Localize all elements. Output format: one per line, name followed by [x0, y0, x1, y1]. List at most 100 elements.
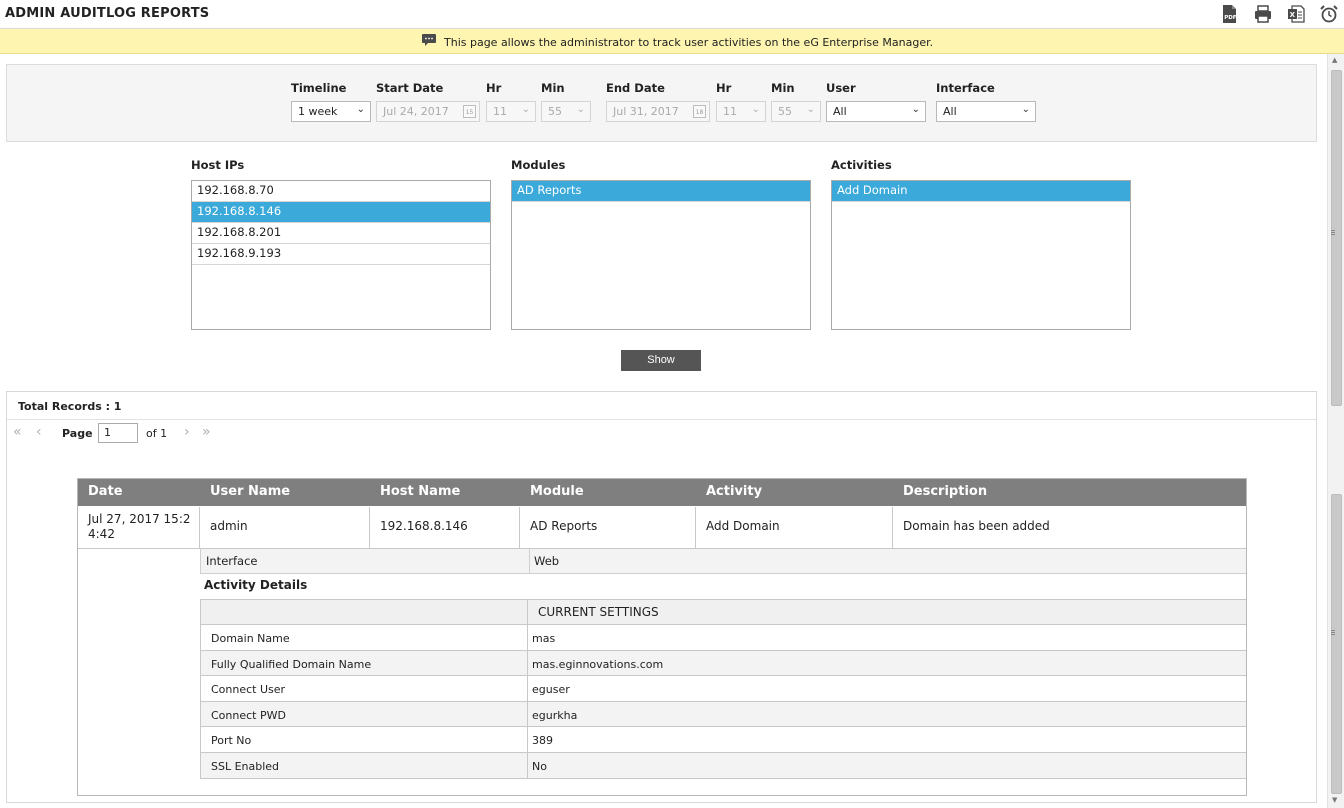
timeline-label: Timeline: [291, 81, 347, 95]
page-input[interactable]: 1: [98, 423, 138, 443]
column-header-user-name[interactable]: User Name: [210, 484, 290, 499]
divider: [7, 419, 1316, 420]
title-bar: ADMIN AUDITLOG REPORTS PDF X: [0, 0, 1344, 29]
calendar-icon[interactable]: 18: [693, 105, 706, 118]
settings-header: CURRENT SETTINGS: [201, 600, 1246, 625]
info-text: This page allows the administrator to tr…: [444, 36, 934, 49]
filter-panel: Timeline 1 week ⌄ Start Date Jul 24, 201…: [6, 64, 1317, 142]
settings-header-label: CURRENT SETTINGS: [527, 600, 659, 624]
setting-key: SSL Enabled: [211, 759, 280, 773]
interface-detail-label: Interface: [206, 554, 258, 568]
modules-listbox[interactable]: AD Reports: [511, 180, 811, 330]
alarm-icon[interactable]: [1319, 4, 1339, 24]
start-hr-select[interactable]: 11 ⌄: [486, 101, 536, 122]
setting-value: mas: [527, 625, 555, 650]
page-count: of 1: [146, 427, 168, 440]
interface-row: Interface Web: [200, 549, 1246, 574]
setting-value: 389: [527, 727, 553, 752]
grip-icon: [1331, 232, 1335, 233]
column-header-description[interactable]: Description: [903, 484, 987, 499]
settings-row: SSL Enabled No: [201, 752, 1246, 778]
cell-description: Domain has been added: [903, 519, 1050, 533]
settings-row: Port No 389: [201, 727, 1246, 753]
setting-value: egurkha: [527, 701, 577, 726]
scroll-thumb[interactable]: [1331, 70, 1342, 406]
settings-row: Domain Name mas: [201, 625, 1246, 651]
column-header-date[interactable]: Date: [88, 484, 123, 499]
vertical-scrollbar[interactable]: ▲ ▼: [1327, 54, 1344, 808]
grip-icon: [1331, 230, 1335, 231]
excel-icon[interactable]: X: [1286, 4, 1306, 24]
activities-listbox[interactable]: Add Domain: [831, 180, 1131, 330]
host-ips-listbox[interactable]: 192.168.8.70 192.168.8.146 192.168.8.201…: [191, 180, 491, 330]
interface-value: All: [943, 105, 957, 118]
end-min-value: 55: [778, 105, 792, 118]
host-ip-item[interactable]: 192.168.8.201: [192, 223, 490, 244]
grip-icon: [1331, 630, 1335, 631]
pdf-icon[interactable]: PDF: [1219, 4, 1239, 24]
end-date-field[interactable]: Jul 31, 2017 18: [606, 101, 710, 122]
end-date-value: Jul 31, 2017: [613, 105, 679, 118]
column-header-module[interactable]: Module: [530, 484, 584, 499]
setting-key: Fully Qualified Domain Name: [211, 657, 372, 671]
interface-detail-value: Web: [529, 549, 559, 573]
activity-item-selected[interactable]: Add Domain: [832, 181, 1130, 202]
modules-label: Modules: [511, 158, 566, 172]
info-bar: This page allows the administrator to tr…: [0, 29, 1344, 54]
start-min-select[interactable]: 55 ⌄: [541, 101, 591, 122]
chevron-down-icon: ⌄: [911, 104, 920, 115]
setting-key: Connect User: [211, 683, 286, 696]
activities-label: Activities: [831, 158, 892, 172]
date-line-2: 4:42: [88, 527, 115, 541]
user-select[interactable]: All ⌄: [826, 101, 926, 122]
next-page-icon[interactable]: ›: [184, 424, 190, 440]
activity-details-heading: Activity Details: [204, 578, 308, 592]
scroll-down-icon[interactable]: ▼: [1332, 796, 1337, 804]
setting-value: eguser: [527, 676, 570, 701]
show-button[interactable]: Show: [621, 350, 701, 371]
start-hr-label: Hr: [486, 81, 502, 95]
prev-page-icon[interactable]: ‹: [36, 424, 42, 440]
start-date-value: Jul 24, 2017: [383, 105, 449, 118]
settings-row: Connect PWD egurkha: [201, 701, 1246, 727]
grip-icon: [1331, 234, 1335, 235]
last-page-icon[interactable]: »: [202, 424, 211, 440]
end-min-label: Min: [771, 81, 795, 95]
interface-select[interactable]: All ⌄: [936, 101, 1036, 122]
chevron-down-icon: ⌄: [1021, 104, 1030, 115]
calendar-icon[interactable]: 15: [463, 105, 476, 118]
module-item-selected[interactable]: AD Reports: [512, 181, 810, 202]
end-hr-select[interactable]: 11 ⌄: [716, 101, 766, 122]
chevron-down-icon: ⌄: [751, 104, 760, 115]
interface-label: Interface: [936, 81, 995, 95]
start-min-label: Min: [541, 81, 565, 95]
first-page-icon[interactable]: «: [13, 424, 22, 440]
column-header-host-name[interactable]: Host Name: [380, 484, 460, 499]
print-icon[interactable]: [1253, 4, 1273, 24]
scroll-thumb[interactable]: [1331, 494, 1342, 794]
scroll-up-icon[interactable]: ▲: [1332, 56, 1337, 64]
host-ip-item[interactable]: 192.168.9.193: [192, 244, 490, 265]
end-min-select[interactable]: 55 ⌄: [771, 101, 821, 122]
timeline-select[interactable]: 1 week ⌄: [291, 101, 371, 122]
chevron-down-icon: ⌄: [806, 104, 815, 115]
cell-activity: Add Domain: [696, 507, 893, 549]
chevron-down-icon: ⌄: [576, 104, 585, 115]
start-date-label: Start Date: [376, 81, 444, 95]
setting-key: Connect PWD: [211, 708, 286, 722]
end-hr-label: Hr: [716, 81, 732, 95]
total-records: Total Records : 1: [18, 400, 122, 413]
page-title: ADMIN AUDITLOG REPORTS: [5, 6, 210, 21]
host-ip-item-selected[interactable]: 192.168.8.146: [192, 202, 490, 223]
host-ip-item[interactable]: 192.168.8.70: [192, 181, 490, 202]
column-header-activity[interactable]: Activity: [706, 484, 762, 499]
chevron-down-icon: ⌄: [521, 104, 530, 115]
page-label: Page: [62, 427, 93, 440]
timeline-value: 1 week: [298, 105, 338, 118]
grid-header: Date User Name Host Name Module Activity…: [78, 479, 1246, 506]
cell-user: admin: [200, 507, 370, 549]
settings-row: Fully Qualified Domain Name mas.eginnova…: [201, 650, 1246, 676]
end-hr-value: 11: [723, 105, 737, 118]
setting-value: No: [527, 752, 547, 778]
start-date-field[interactable]: Jul 24, 2017 15: [376, 101, 480, 122]
